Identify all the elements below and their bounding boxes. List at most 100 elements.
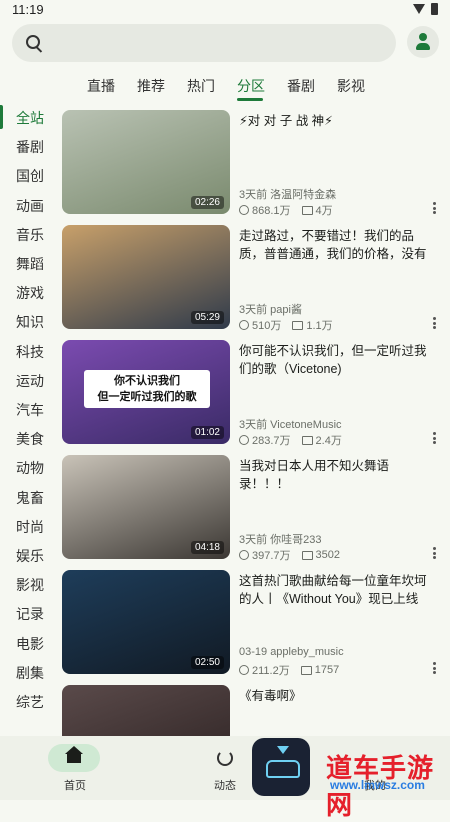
search-bar[interactable]: [12, 24, 396, 64]
sidebar-item-label: 国创: [16, 168, 44, 185]
view-count: 211.2万: [252, 665, 290, 677]
video-card[interactable]: 05:29 走过路过，不要错过！我们的品质，普普通通，我们的价格，没有极限… 3天前…: [62, 225, 442, 332]
video-card[interactable]: 《有毒啊》: [62, 685, 442, 736]
sidebar-item-label: 剧集: [16, 664, 44, 681]
sidebar-item[interactable]: 美食: [0, 426, 56, 450]
sidebar-item[interactable]: 音乐: [0, 222, 56, 246]
video-duration: 02:50: [190, 656, 224, 669]
tab-zones[interactable]: 分区: [237, 76, 265, 96]
more-options-icon[interactable]: [433, 317, 436, 329]
video-card[interactable]: 04:18 当我对日本人用不知火舞语录！！！ 3天前 你哇哥233 397.7万 350…: [62, 455, 442, 562]
sidebar-item[interactable]: 番剧: [0, 134, 56, 158]
tab-bangumi[interactable]: 番剧: [287, 76, 315, 96]
sidebar-item-label: 番剧: [16, 139, 44, 156]
sidebar-item[interactable]: 记录: [0, 601, 56, 625]
sidebar-item[interactable]: 影视: [0, 572, 56, 596]
video-meta: 03-19 appleby_music: [239, 646, 344, 658]
sidebar-item[interactable]: 娱乐: [0, 543, 56, 567]
sidebar-item-label: 美食: [16, 431, 44, 448]
sidebar-item[interactable]: 综艺: [0, 689, 56, 713]
danmaku-icon: [300, 665, 312, 675]
video-thumbnail[interactable]: 02:50: [62, 570, 230, 674]
tab-recommend[interactable]: 推荐: [137, 76, 165, 96]
sidebar-item-label: 动物: [16, 460, 44, 477]
video-stats: 510万 1.1万: [239, 317, 333, 333]
status-bar: 11:19: [0, 0, 450, 22]
sidebar-item[interactable]: 动物: [0, 455, 56, 479]
user-avatar-button[interactable]: [407, 26, 439, 58]
tab-live[interactable]: 直播: [87, 76, 115, 96]
sidebar-item[interactable]: 舞蹈: [0, 251, 56, 275]
video-title[interactable]: 你可能不认识我们，但一定听过我们的歌（Vicetone): [239, 342, 434, 378]
video-meta: 3天前 你哇哥233: [239, 534, 322, 546]
nav-home-button[interactable]: [48, 744, 100, 772]
sidebar-item-label: 汽车: [16, 402, 44, 418]
view-count: 397.7万: [252, 550, 291, 562]
sidebar-item-label: 知识: [16, 314, 44, 331]
sidebar-item[interactable]: 剧集: [0, 660, 56, 684]
video-title[interactable]: ⚡对 对 子 战 神⚡: [239, 112, 434, 130]
views-icon: [239, 665, 249, 675]
video-duration: 04:18: [190, 541, 224, 554]
video-feed[interactable]: 02:26 ⚡对 对 子 战 神⚡ 3天前 洛温阿特金森 868.1万 4万 05:29 走…: [62, 110, 442, 736]
sidebar-item[interactable]: 电影: [0, 631, 56, 655]
video-title[interactable]: 走过路过，不要错过！我们的品质，普普通通，我们的价格，没有极限…: [239, 227, 434, 263]
video-thumbnail[interactable]: 02:26: [62, 110, 230, 214]
danmaku-icon: [301, 205, 313, 215]
sidebar-item[interactable]: 汽车: [0, 397, 56, 421]
sidebar-item[interactable]: 全站: [0, 105, 56, 129]
sidebar-item[interactable]: 时尚: [0, 514, 56, 538]
video-thumbnail[interactable]: 你不认识我们 但一定听过我们的歌 01:02: [62, 340, 230, 444]
video-duration: 02:26: [190, 196, 224, 209]
sidebar-item-label: 舞蹈: [16, 256, 44, 272]
sidebar-item-label: 全站: [16, 110, 44, 126]
sidebar-item-label: 时尚: [16, 518, 44, 535]
thumbnail-caption: 你不认识我们 但一定听过我们的歌: [84, 370, 210, 408]
search-input[interactable]: [52, 24, 386, 64]
video-card[interactable]: 02:50 这首热门歌曲献给每一位童年坎坷的人丨《Without You》现已上线…: [62, 570, 442, 677]
more-options-icon[interactable]: [433, 662, 436, 674]
video-stats: 283.7万 2.4万: [239, 432, 342, 448]
wifi-icon: [413, 4, 425, 14]
views-icon: [239, 205, 249, 215]
more-options-icon[interactable]: [433, 202, 436, 214]
tab-movies[interactable]: 影视: [337, 76, 365, 96]
sidebar-item[interactable]: 科技: [0, 339, 56, 363]
tab-popular[interactable]: 热门: [187, 76, 215, 96]
video-card[interactable]: 02:26 ⚡对 对 子 战 神⚡ 3天前 洛温阿特金森 868.1万 4万: [62, 110, 442, 217]
sidebar-item[interactable]: 鬼畜: [0, 485, 56, 509]
person-icon-body: [416, 43, 430, 50]
dynamic-icon[interactable]: [217, 750, 233, 766]
danmaku-count: 4万: [315, 205, 333, 217]
video-thumbnail[interactable]: 05:29: [62, 225, 230, 329]
video-meta: 3天前 VicetoneMusic: [239, 419, 342, 431]
active-tab-indicator: [237, 98, 263, 101]
views-icon: [239, 320, 249, 330]
sidebar-item-label: 动画: [16, 197, 44, 214]
video-thumbnail[interactable]: 04:18: [62, 455, 230, 559]
more-options-icon[interactable]: [433, 547, 436, 559]
sidebar-item[interactable]: 运动: [0, 368, 56, 392]
sidebar-item-label: 电影: [16, 635, 44, 652]
sidebar-item-label: 鬼畜: [16, 489, 44, 506]
video-thumbnail[interactable]: [62, 685, 230, 736]
video-duration: 05:29: [190, 311, 224, 324]
watermark-url: www.lmwsz.com: [330, 778, 425, 792]
tab-bar: 直播 推荐 热门 分区 番剧 影视: [0, 72, 450, 102]
sidebar-item[interactable]: 游戏: [0, 280, 56, 304]
view-count: 283.7万: [252, 435, 291, 447]
sidebar-item[interactable]: 国创: [0, 163, 56, 187]
video-title[interactable]: 《有毒啊》: [239, 687, 434, 705]
sidebar-item[interactable]: 动画: [0, 193, 56, 217]
danmaku-count: 3502: [315, 549, 341, 561]
danmaku-icon: [292, 320, 304, 330]
more-options-icon[interactable]: [433, 432, 436, 444]
sidebar-item[interactable]: 知识: [0, 309, 56, 333]
video-title[interactable]: 这首热门歌曲献给每一位童年坎坷的人丨《Without You》现已上线: [239, 572, 434, 608]
video-stats: 211.2万 1757: [239, 662, 339, 678]
nav-dynamic-label[interactable]: 动态: [214, 777, 236, 793]
danmaku-count: 2.4万: [315, 435, 342, 447]
video-title[interactable]: 当我对日本人用不知火舞语录！！！: [239, 457, 434, 493]
arrow-icon: [277, 746, 289, 754]
video-card[interactable]: 你不认识我们 但一定听过我们的歌 01:02 你可能不认识我们，但一定听过我们的歌（…: [62, 340, 442, 447]
